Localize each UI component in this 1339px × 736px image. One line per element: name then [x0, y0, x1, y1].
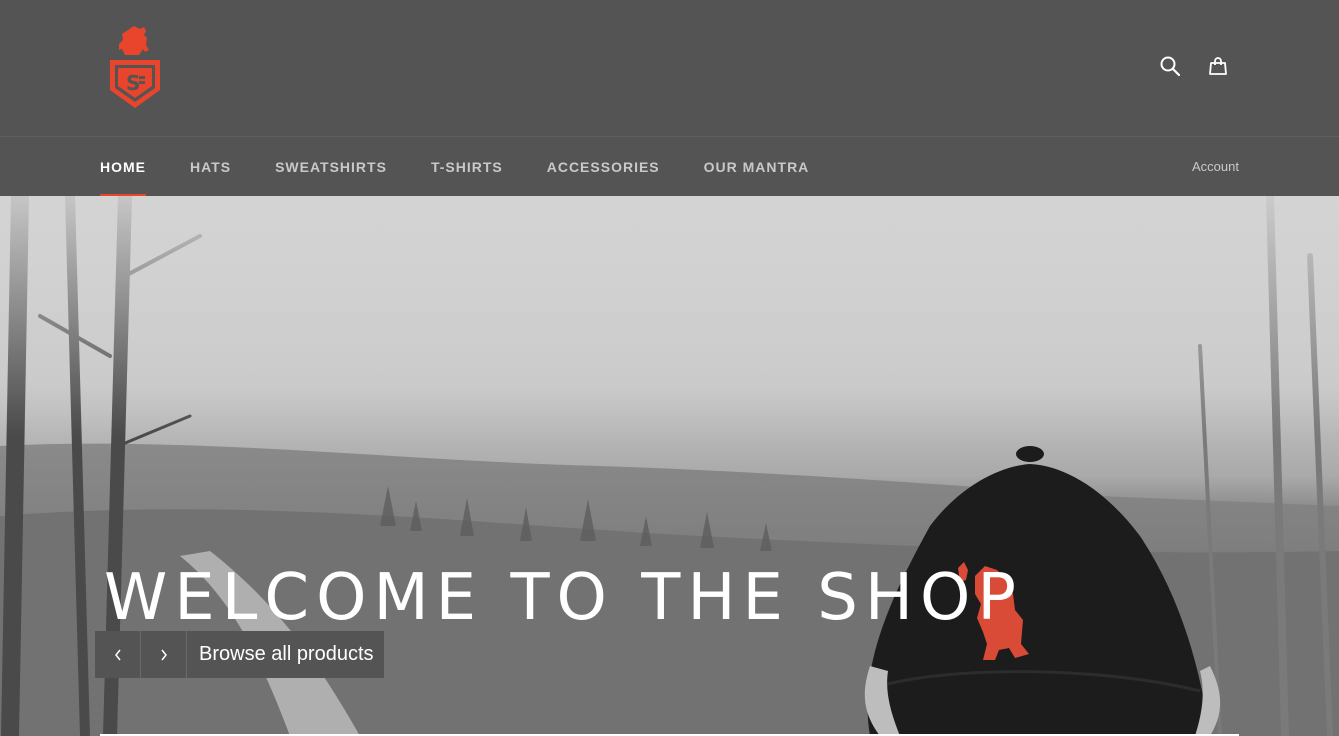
- svg-text:S: S: [126, 71, 140, 95]
- slider-controls: Browse all products: [95, 631, 384, 678]
- search-icon[interactable]: [1156, 52, 1184, 80]
- nav-list: HOME HATS SWEATSHIRTS T-SHIRTS ACCESSORI…: [100, 137, 853, 197]
- nav-item-hats[interactable]: HATS: [190, 137, 231, 197]
- hero-slideshow: WELCOME TO THE SHOP Browse all products: [0, 196, 1339, 736]
- hero-title: WELCOME TO THE SHOP: [104, 561, 1023, 635]
- account-link[interactable]: Account: [1192, 137, 1239, 197]
- nav-item-t-shirts[interactable]: T-SHIRTS: [431, 137, 503, 197]
- site-header: S: [0, 0, 1339, 136]
- browse-all-products-button[interactable]: Browse all products: [187, 631, 384, 678]
- chevron-left-icon[interactable]: [95, 631, 141, 678]
- main-nav: HOME HATS SWEATSHIRTS T-SHIRTS ACCESSORI…: [0, 136, 1339, 197]
- nav-item-our-mantra[interactable]: OUR MANTRA: [704, 137, 810, 197]
- nav-item-sweatshirts[interactable]: SWEATSHIRTS: [275, 137, 387, 197]
- header-actions: [1156, 52, 1232, 80]
- cart-icon[interactable]: [1204, 52, 1232, 80]
- chevron-right-icon[interactable]: [141, 631, 187, 678]
- bear-shield-logo[interactable]: S: [106, 24, 164, 112]
- nav-item-accessories[interactable]: ACCESSORIES: [547, 137, 660, 197]
- nav-item-home[interactable]: HOME: [100, 137, 146, 197]
